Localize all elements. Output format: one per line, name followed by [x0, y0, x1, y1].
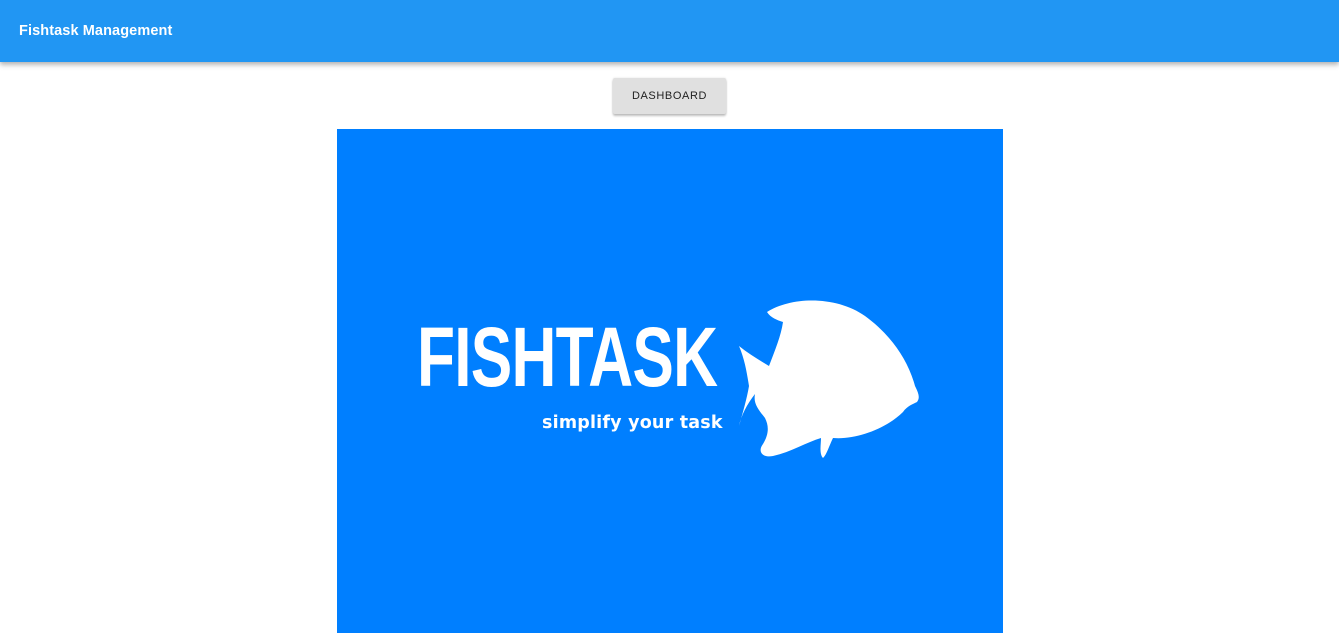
fishtask-banner-image: FISHTASK simplify your task [337, 129, 1003, 633]
banner-wordmark: FISHTASK [417, 310, 718, 404]
app-bar: Fishtask Management [0, 0, 1339, 62]
dashboard-button[interactable]: Dashboard [613, 78, 726, 114]
app-title: Fishtask Management [19, 23, 173, 39]
banner-tagline: simplify your task [542, 413, 723, 433]
fish-icon [739, 300, 919, 458]
